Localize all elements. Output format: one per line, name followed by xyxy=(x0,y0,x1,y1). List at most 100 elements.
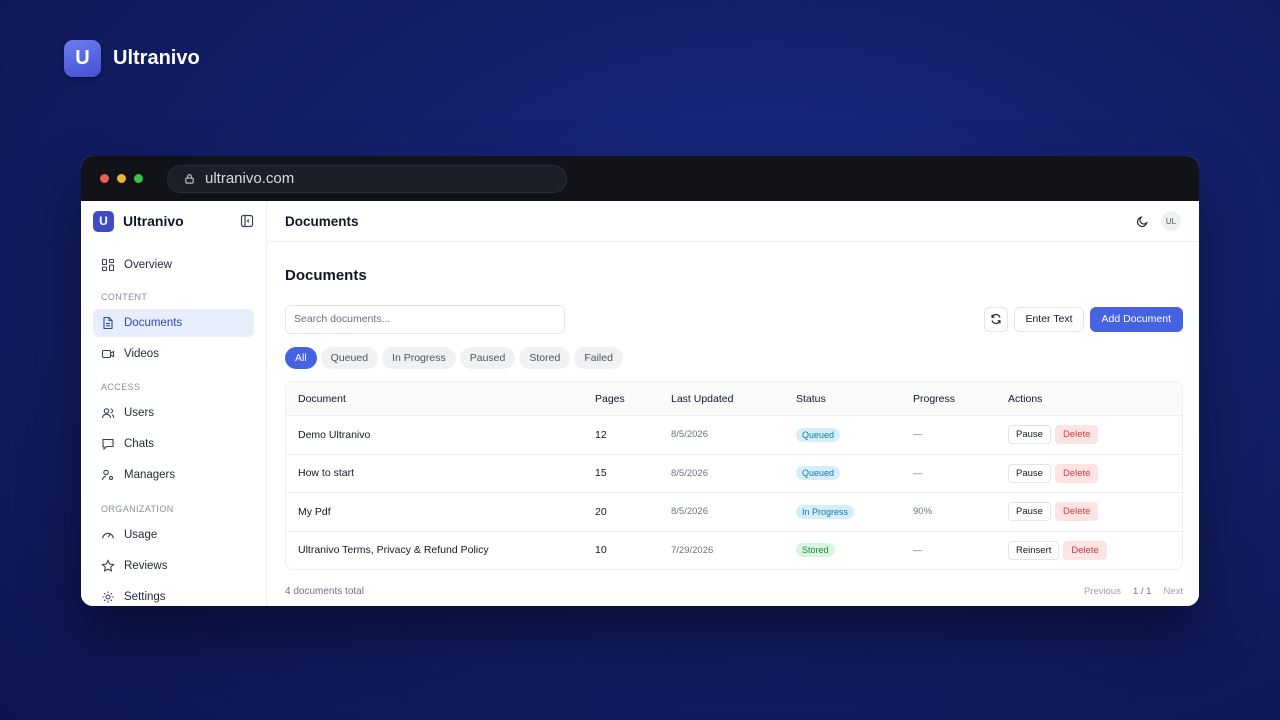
table-row[interactable]: How to start 15 8/5/2026 Queued — Pause … xyxy=(286,453,1182,493)
sidebar-item-videos[interactable]: Videos xyxy=(93,340,254,368)
previous-page-button[interactable]: Previous xyxy=(1084,586,1121,597)
video-icon xyxy=(101,349,115,359)
refresh-button[interactable] xyxy=(984,306,1009,332)
sidebar-item-label: Usage xyxy=(124,529,158,541)
sidebar-item-label: Users xyxy=(124,407,155,419)
tab-in-progress[interactable]: In Progress xyxy=(382,347,456,369)
document-updated: 8/5/2026 xyxy=(671,467,708,479)
sidebar: U Ultranivo Overview CONTENT Documents V… xyxy=(81,201,267,606)
sidebar-item-users[interactable]: Users xyxy=(93,399,254,427)
document-pages: 15 xyxy=(595,467,607,480)
column-header-pages[interactable]: Pages xyxy=(595,393,671,405)
page-info: 1 / 1 xyxy=(1132,586,1152,597)
enter-text-button[interactable]: Enter Text xyxy=(1014,306,1084,332)
search-input[interactable] xyxy=(285,304,565,334)
document-name: Demo Ultranivo xyxy=(298,428,371,441)
table-row[interactable]: Demo Ultranivo 12 8/5/2026 Queued — Paus… xyxy=(286,415,1182,454)
brand-logo: U xyxy=(64,40,101,77)
sidebar-item-label: Videos xyxy=(124,348,159,360)
tab-stored[interactable]: Stored xyxy=(519,347,571,369)
gear-icon xyxy=(102,591,114,603)
reinsert-button[interactable]: Reinsert xyxy=(1008,540,1060,560)
column-header-actions: Actions xyxy=(1008,392,1043,405)
document-icon xyxy=(103,316,113,330)
status-badge: Stored xyxy=(796,543,835,558)
sidebar-item-settings[interactable]: Settings xyxy=(93,583,254,606)
main-content: Documents UL Documents Search documents.… xyxy=(267,201,1199,606)
browser-titlebar: ultranivo.com xyxy=(81,156,1199,201)
moon-icon[interactable] xyxy=(1136,215,1149,228)
topbar: Documents UL xyxy=(267,201,1199,242)
document-pages: 10 xyxy=(595,544,607,557)
pause-button[interactable]: Pause xyxy=(1008,502,1051,522)
documents-table: Document Pages Last Updated Status Progr… xyxy=(285,381,1183,570)
column-header-last-updated[interactable]: Last Updated xyxy=(671,393,796,405)
address-bar[interactable]: ultranivo.com xyxy=(167,164,567,193)
document-name: Ultranivo Terms, Privacy & Refund Policy xyxy=(298,544,489,557)
tab-paused[interactable]: Paused xyxy=(459,347,516,369)
sidebar-collapse-icon[interactable] xyxy=(240,214,254,228)
document-name: How to start xyxy=(298,467,355,480)
sidebar-section-organization: ORGANIZATION xyxy=(101,504,174,514)
table-footer: 4 documents total Previous 1 / 1 Next xyxy=(285,586,1183,597)
sidebar-item-label: Chats xyxy=(124,438,155,450)
sidebar-item-reviews[interactable]: Reviews xyxy=(93,552,254,580)
status-badge: Queued xyxy=(796,427,841,442)
sidebar-item-label: Overview xyxy=(124,259,172,271)
tab-failed[interactable]: Failed xyxy=(574,347,623,369)
column-header-document[interactable]: Document xyxy=(286,393,595,405)
sidebar-item-overview[interactable]: Overview xyxy=(93,251,254,279)
sidebar-item-label: Reviews xyxy=(124,560,168,572)
sidebar-item-documents[interactable]: Documents xyxy=(93,309,254,337)
documents-total: 4 documents total xyxy=(285,586,364,597)
sidebar-header: U Ultranivo xyxy=(81,201,266,241)
delete-button[interactable]: Delete xyxy=(1054,425,1099,445)
close-window-button[interactable] xyxy=(100,174,109,183)
brand-name: Ultranivo xyxy=(113,47,200,69)
sidebar-item-managers[interactable]: Managers xyxy=(93,461,254,489)
sidebar-section-access: ACCESS xyxy=(101,382,141,392)
document-pages: 20 xyxy=(595,505,607,518)
document-progress: — xyxy=(913,429,923,441)
user-cog-icon xyxy=(101,469,114,481)
document-progress: 90% xyxy=(913,506,933,518)
page-title: Documents xyxy=(285,267,367,284)
avatar[interactable]: UL xyxy=(1161,211,1181,231)
pause-button[interactable]: Pause xyxy=(1008,463,1051,483)
sidebar-item-label: Settings xyxy=(124,591,166,603)
users-icon xyxy=(101,408,115,419)
sidebar-item-usage[interactable]: Usage xyxy=(93,521,254,549)
document-progress: — xyxy=(913,544,923,556)
url-text: ultranivo.com xyxy=(205,170,295,187)
chat-icon xyxy=(102,438,114,451)
minimize-window-button[interactable] xyxy=(117,174,126,183)
topbar-title: Documents xyxy=(285,213,359,229)
star-icon xyxy=(101,559,115,572)
add-document-button[interactable]: Add Document xyxy=(1089,306,1183,332)
sidebar-section-content: CONTENT xyxy=(101,292,148,302)
pause-button[interactable]: Pause xyxy=(1008,425,1051,445)
table-row[interactable]: Ultranivo Terms, Privacy & Refund Policy… xyxy=(286,530,1182,570)
delete-button[interactable]: Delete xyxy=(1063,540,1107,560)
document-progress: — xyxy=(913,467,923,479)
document-updated: 7/29/2026 xyxy=(671,544,714,556)
delete-button[interactable]: Delete xyxy=(1054,463,1099,483)
sidebar-item-label: Managers xyxy=(124,469,176,481)
status-badge: In Progress xyxy=(796,504,855,519)
brand: U Ultranivo xyxy=(64,40,200,77)
delete-button[interactable]: Delete xyxy=(1054,502,1099,522)
tab-queued[interactable]: Queued xyxy=(320,347,379,369)
lock-icon xyxy=(185,174,194,184)
column-header-status[interactable]: Status xyxy=(796,393,913,405)
maximize-window-button[interactable] xyxy=(134,174,143,183)
next-page-button[interactable]: Next xyxy=(1163,586,1183,597)
document-name: My Pdf xyxy=(298,505,331,518)
refresh-icon xyxy=(991,314,1001,324)
column-header-progress[interactable]: Progress xyxy=(913,393,1008,405)
document-pages: 12 xyxy=(595,428,607,441)
sidebar-item-chats[interactable]: Chats xyxy=(93,430,254,458)
table-row[interactable]: My Pdf 20 8/5/2026 In Progress 90% Pause… xyxy=(286,492,1182,531)
tab-all[interactable]: All xyxy=(285,347,317,369)
status-tabs: All Queued In Progress Paused Stored Fai… xyxy=(285,347,1183,369)
document-updated: 8/5/2026 xyxy=(671,506,708,518)
